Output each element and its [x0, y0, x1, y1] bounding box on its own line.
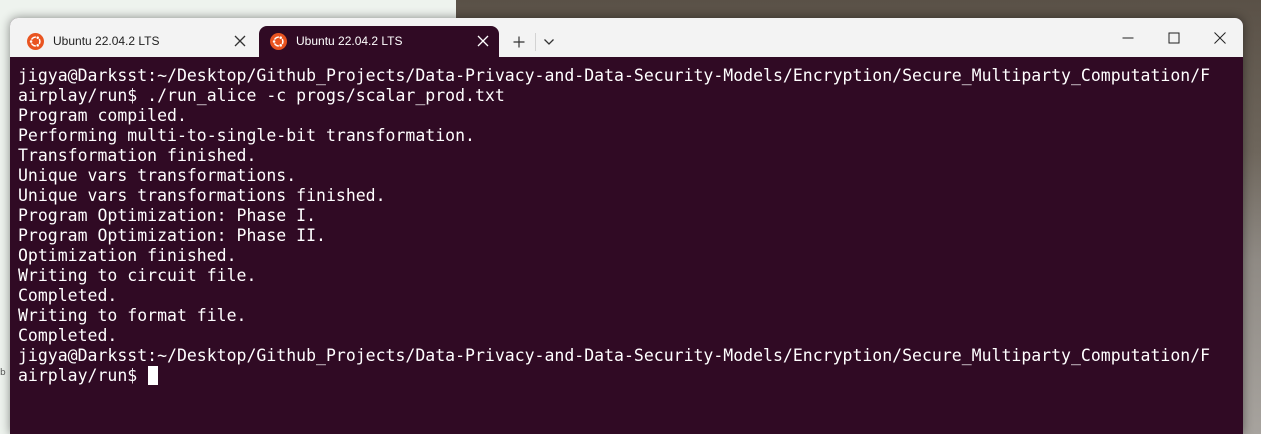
tab-label: Ubuntu 22.04.2 LTS	[53, 34, 160, 48]
ubuntu-logo-icon	[270, 33, 287, 50]
terminal-line: Performing multi-to-single-bit transform…	[18, 126, 475, 145]
terminal-line: Transformation finished.	[18, 146, 257, 165]
terminal-line: Writing to format file.	[18, 306, 247, 325]
terminal-line: Program Optimization: Phase I.	[18, 206, 317, 225]
text-cursor	[148, 366, 159, 385]
terminal-output[interactable]: jigya@Darksst:~/Desktop/Github_Projects/…	[10, 57, 1243, 434]
terminal-line: Optimization finished.	[18, 246, 237, 265]
prompt-line[interactable]: airplay/run$	[18, 366, 1210, 386]
tab-ubuntu-2[interactable]: Ubuntu 22.04.2 LTS	[259, 26, 499, 57]
tab-ubuntu-1[interactable]: Ubuntu 22.04.2 LTS	[16, 26, 256, 57]
terminal-line: Unique vars transformations.	[18, 166, 297, 185]
close-icon[interactable]	[230, 31, 250, 51]
terminal-line: Writing to circuit file.	[18, 266, 257, 285]
tab-label: Ubuntu 22.04.2 LTS	[296, 34, 403, 48]
close-icon[interactable]	[473, 31, 493, 51]
terminal-line: Unique vars transformations finished.	[18, 186, 386, 205]
terminal-line: Completed.	[18, 286, 118, 305]
desktop-background: b Ubuntu 22.04.2 LTS Ubuntu 22.04.2 LTS …	[0, 0, 1261, 434]
window-close-icon[interactable]	[1197, 22, 1243, 54]
terminal-line: airplay/run$ ./run_alice -c progs/scalar…	[18, 86, 505, 105]
chevron-down-icon[interactable]	[538, 30, 560, 54]
terminal-line: jigya@Darksst:~/Desktop/Github_Projects/…	[18, 346, 1211, 365]
terminal-line: Completed.	[18, 326, 118, 345]
background-window-text: b	[0, 368, 6, 378]
minimize-icon[interactable]	[1105, 22, 1151, 54]
maximize-icon[interactable]	[1151, 22, 1197, 54]
terminal-line: Program compiled.	[18, 106, 187, 125]
tab-separator	[535, 33, 536, 51]
ubuntu-logo-icon	[27, 33, 44, 50]
terminal-line: jigya@Darksst:~/Desktop/Github_Projects/…	[18, 66, 1211, 85]
title-bar[interactable]: Ubuntu 22.04.2 LTS Ubuntu 22.04.2 LTS	[10, 18, 1243, 57]
terminal-lines: jigya@Darksst:~/Desktop/Github_Projects/…	[18, 66, 1210, 386]
plus-icon[interactable]	[507, 30, 531, 54]
terminal-line: Program Optimization: Phase II.	[18, 226, 326, 245]
prompt-text: airplay/run$	[18, 366, 148, 385]
terminal-window[interactable]: Ubuntu 22.04.2 LTS Ubuntu 22.04.2 LTS ji…	[10, 18, 1243, 434]
